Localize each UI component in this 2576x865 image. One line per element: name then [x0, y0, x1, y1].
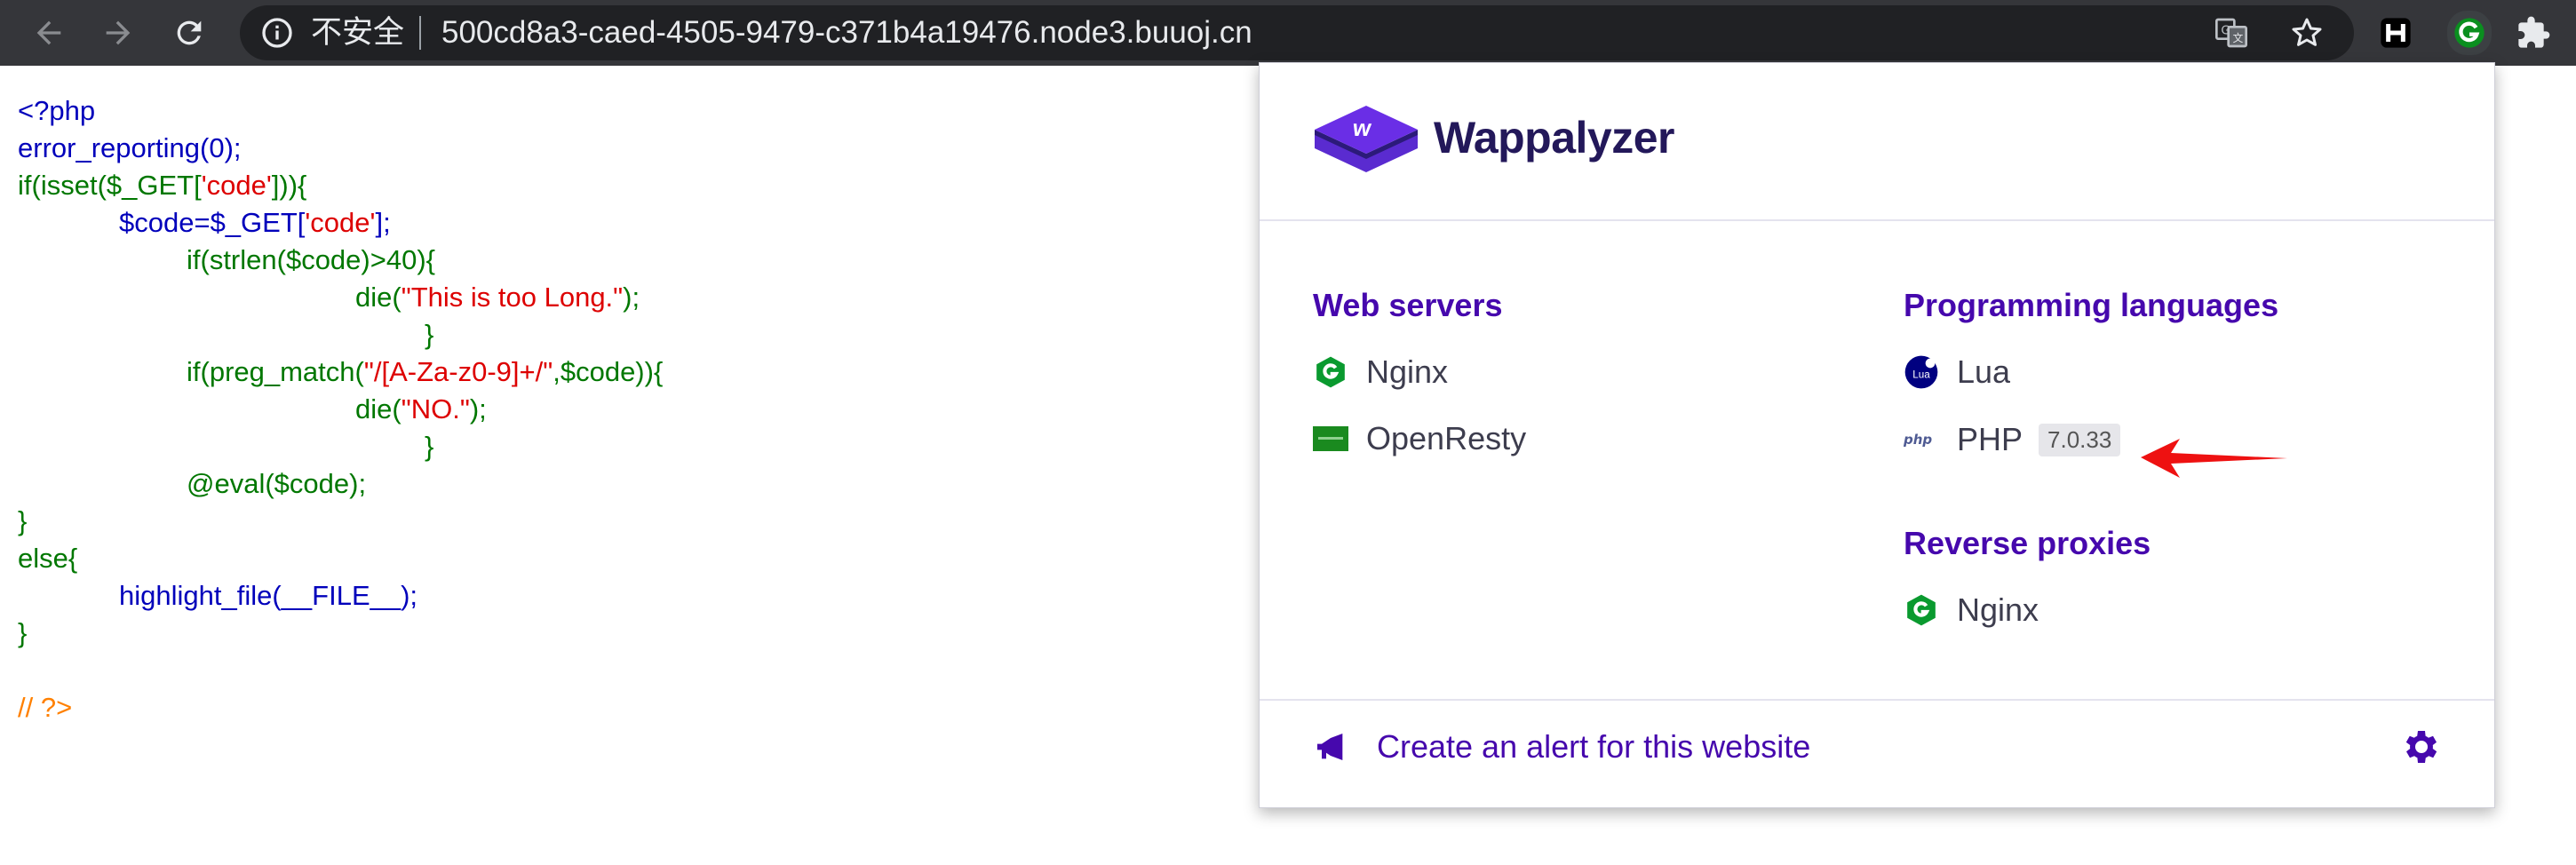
code-line: // ?>	[18, 692, 73, 723]
tech-name: Lua	[1957, 353, 2011, 390]
code-line: if(preg_match("/[A-Za-z0-9]+/",$code)){	[187, 356, 664, 387]
code-line: }	[425, 319, 434, 350]
tech-name: Nginx	[1366, 353, 1449, 390]
annotation-arrow	[2141, 439, 2287, 478]
forward-button[interactable]	[96, 11, 140, 55]
tech-item-nginx[interactable]: Nginx	[1313, 350, 1448, 394]
brand-name: Wappalyzer	[1434, 113, 1675, 163]
tech-name: Nginx	[1957, 591, 2039, 628]
category-title-web-servers: Web servers	[1313, 287, 1503, 323]
version-badge: 7.0.33	[2039, 423, 2121, 456]
wappalyzer-logo-icon: w	[1315, 106, 1418, 172]
tech-item-openresty[interactable]: OpenResty	[1313, 417, 1526, 461]
translate-button[interactable]: G文	[2212, 13, 2251, 52]
code-line: die("NO.");	[355, 393, 487, 425]
browser-toolbar: 不安全 500cd8a3-caed-4505-9479-c371b4a19476…	[0, 0, 2576, 66]
tech-item-php[interactable]: php PHP 7.0.33	[1904, 417, 2121, 462]
php-icon: php	[1904, 422, 1939, 457]
code-line: highlight_file(__FILE__);	[119, 580, 418, 611]
category-title-reverse-proxies: Reverse proxies	[1904, 525, 2151, 561]
reload-icon	[177, 20, 202, 45]
star-icon	[2292, 18, 2322, 46]
code-line: if(isset($_GET['code'])){	[18, 170, 307, 201]
nginx-icon	[1313, 354, 1348, 390]
security-label[interactable]: 不安全	[311, 11, 404, 55]
svg-text:Lua: Lua	[1912, 369, 1930, 381]
code-line: if(strlen($code)>40){	[187, 244, 435, 275]
settings-gear-icon[interactable]	[2398, 726, 2441, 768]
create-alert-link[interactable]: Create an alert for this website	[1313, 720, 1810, 774]
tech-name: PHP	[1957, 421, 2023, 457]
tech-item-lua[interactable]: Lua Lua	[1904, 350, 2010, 394]
category-title-programming-languages: Programming languages	[1904, 287, 2279, 323]
forward-arrow-icon	[106, 20, 131, 45]
code-line: die("This is too Long.");	[355, 282, 640, 313]
nginx-icon	[1904, 592, 1939, 628]
svg-text:G: G	[2221, 25, 2230, 38]
openresty-icon	[1313, 421, 1348, 456]
puzzle-icon	[2518, 16, 2550, 48]
code-line: $code=$_GET['code'];	[119, 207, 391, 238]
back-arrow-icon	[36, 20, 61, 45]
code-line: error_reporting(0);	[18, 132, 242, 163]
create-alert-text[interactable]: Create an alert for this website	[1377, 728, 1810, 766]
footer-divider	[1260, 699, 2494, 701]
extensions-button[interactable]	[2514, 13, 2553, 52]
info-icon[interactable]	[259, 15, 295, 51]
bookmark-button[interactable]	[2287, 13, 2326, 52]
back-button[interactable]	[27, 11, 71, 55]
tech-item-nginx-proxy[interactable]: Nginx	[1904, 588, 2039, 632]
translate-icon: G文	[2215, 18, 2247, 48]
code-line: }	[425, 431, 434, 462]
code-line: }	[18, 617, 28, 648]
address-divider	[419, 16, 421, 50]
code-line: }	[18, 505, 28, 536]
header-divider	[1260, 219, 2494, 221]
megaphone-icon	[1317, 734, 1343, 760]
svg-text:php: php	[1904, 432, 1932, 448]
wappalyzer-g-icon	[2454, 18, 2485, 48]
tech-name: OpenResty	[1366, 420, 1527, 456]
reload-button[interactable]	[167, 11, 211, 55]
h-extension-icon	[2381, 18, 2411, 48]
extension-h-button[interactable]	[2376, 13, 2415, 52]
code-line: <?php	[18, 95, 96, 126]
url-text[interactable]: 500cd8a3-caed-4505-9479-c371b4a19476.nod…	[441, 11, 1252, 55]
wappalyzer-popup: w Wappalyzer Web servers Nginx OpenResty…	[1259, 62, 2495, 808]
svg-text:文: 文	[2233, 32, 2244, 44]
code-line: else{	[18, 543, 78, 574]
lua-icon: Lua	[1904, 354, 1939, 390]
wappalyzer-extension-button[interactable]	[2447, 11, 2492, 55]
code-line: @eval($code);	[187, 468, 367, 499]
